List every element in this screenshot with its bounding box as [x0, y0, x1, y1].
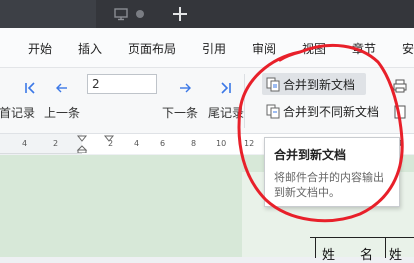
last-record-icon: [221, 82, 231, 94]
table-cell: 姓: [322, 248, 336, 263]
status-dot-icon: [136, 10, 144, 18]
last-record-label: 尾记录: [208, 106, 245, 120]
merge-to-new-document-label: 合并到新文档: [283, 77, 356, 92]
ruler-tick: 12: [244, 139, 255, 148]
table-border: [315, 238, 316, 258]
arrow-right-icon: [180, 83, 191, 93]
table-cell: 名: [360, 248, 374, 263]
ruler-tick: 8: [191, 139, 197, 148]
tooltip: 合并到新文档 将邮件合并的内容输出到新文档中。: [264, 137, 400, 207]
tooltip-title: 合并到新文档: [274, 148, 347, 162]
document-icon[interactable]: [392, 104, 408, 120]
last-record-button[interactable]: 尾记录: [208, 80, 244, 121]
menu-home[interactable]: 开始: [28, 40, 52, 57]
merge-to-new-document-button[interactable]: 合并到新文档: [262, 73, 366, 95]
menu-security[interactable]: 安: [402, 40, 414, 57]
table-cell: 姓: [389, 248, 403, 263]
merge-separate-documents-icon: [266, 104, 280, 119]
menu-review[interactable]: 审阅: [252, 40, 276, 57]
merge-to-separate-documents-button[interactable]: 合并到不同新文档: [262, 100, 386, 122]
next-record-button[interactable]: 下一条: [162, 80, 198, 121]
first-record-icon: [25, 82, 35, 94]
merge-to-separate-documents-label: 合并到不同新文档: [283, 104, 380, 119]
first-record-button[interactable]: 首记录: [0, 80, 38, 121]
menu-chapter[interactable]: 章节: [352, 40, 376, 57]
menu-page-layout[interactable]: 页面布局: [128, 40, 176, 57]
ruler-tick: 4: [22, 139, 28, 148]
merge-document-icon: [266, 77, 280, 92]
document-table[interactable]: 姓 名 姓: [310, 237, 414, 263]
table-border: [385, 238, 386, 258]
ruler-tick: 2: [53, 139, 59, 148]
ribbon-separator: [244, 74, 245, 128]
new-tab-icon[interactable]: [170, 4, 190, 24]
menu-references[interactable]: 引用: [202, 40, 226, 57]
title-bar: [0, 0, 414, 28]
first-record-label: 首记录: [0, 106, 35, 120]
mail-merge-ribbon: 首记录 上一条 下一条 尾记录 合并到新文档: [0, 68, 414, 134]
tooltip-description: 将邮件合并的内容输出到新文档中。: [274, 171, 384, 199]
menu-view[interactable]: 视图: [302, 40, 326, 57]
menu-bar: 开始 插入 页面布局 引用 审阅 视图 章节 安: [0, 28, 414, 68]
prev-record-button[interactable]: 上一条: [44, 80, 80, 121]
right-indent-marker-icon[interactable]: [103, 135, 115, 143]
menu-insert[interactable]: 插入: [78, 40, 102, 57]
arrow-left-icon: [56, 83, 67, 93]
document-tab[interactable]: [0, 0, 96, 28]
ruler-tick: 10: [216, 139, 227, 148]
ruler-tick: 6: [160, 139, 166, 148]
print-icon[interactable]: [392, 78, 408, 94]
ruler-tick: 4: [134, 139, 140, 148]
indent-marker-icon[interactable]: [76, 135, 88, 153]
monitor-icon[interactable]: [114, 7, 128, 21]
prev-record-label: 上一条: [44, 106, 81, 120]
next-record-label: 下一条: [162, 106, 199, 120]
record-number-input[interactable]: [87, 74, 157, 94]
